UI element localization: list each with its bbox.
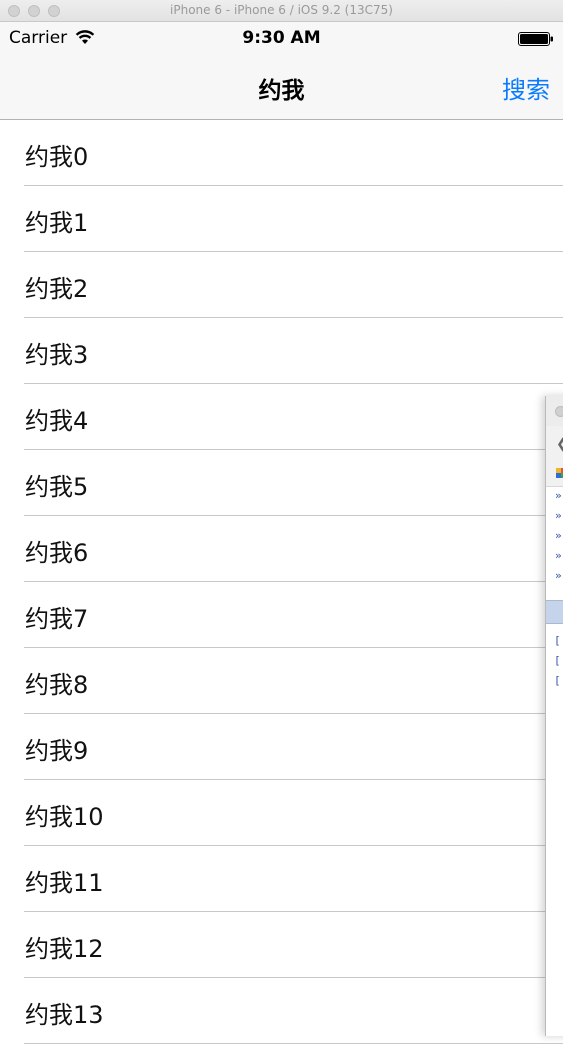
row-label: 约我3 bbox=[25, 341, 89, 369]
table-row[interactable]: 约我7 bbox=[0, 582, 563, 648]
table-row[interactable]: 约我3 bbox=[0, 318, 563, 384]
table-row[interactable]: 约我1 bbox=[0, 186, 563, 252]
table-row[interactable]: 约我5 bbox=[0, 450, 563, 516]
table-view[interactable]: 约我0 约我1 约我2 约我3 约我4 约我5 约我6 约我7 约我8 约我9 约我10 约我11 约我… bbox=[0, 120, 563, 1044]
table-row[interactable]: 约我8 bbox=[0, 648, 563, 714]
table-row[interactable]: 约我12 bbox=[0, 912, 563, 978]
row-label: 约我7 bbox=[25, 605, 89, 633]
overlapping-window[interactable]: ❮ » » » » » [ [ [ bbox=[545, 396, 563, 1036]
row-label: 约我13 bbox=[25, 1001, 104, 1029]
row-label: 约我0 bbox=[25, 143, 89, 171]
battery-icon bbox=[518, 32, 553, 46]
overlay-marker: » bbox=[555, 529, 562, 542]
overlay-log-line: [ bbox=[554, 674, 561, 687]
row-label: 约我11 bbox=[25, 869, 104, 897]
simulator-title-bar: iPhone 6 - iPhone 6 / iOS 9.2 (13C75) bbox=[0, 0, 563, 22]
row-label: 约我4 bbox=[25, 407, 89, 435]
row-label: 约我6 bbox=[25, 539, 89, 567]
simulator-title: iPhone 6 - iPhone 6 / iOS 9.2 (13C75) bbox=[170, 3, 393, 17]
overlay-close-button[interactable] bbox=[555, 406, 563, 417]
row-label: 约我10 bbox=[25, 803, 104, 831]
table-row[interactable]: 约我6 bbox=[0, 516, 563, 582]
overlay-log-line: [ bbox=[554, 654, 561, 667]
overlay-marker: » bbox=[555, 549, 562, 562]
row-label: 约我1 bbox=[25, 209, 89, 237]
nav-title: 约我 bbox=[258, 78, 305, 104]
table-row[interactable]: 约我4 bbox=[0, 384, 563, 450]
status-time: 9:30 AM bbox=[242, 28, 321, 48]
table-row[interactable]: 约我11 bbox=[0, 846, 563, 912]
status-bar: Carrier 9:30 AM bbox=[0, 22, 563, 55]
row-label: 约我5 bbox=[25, 473, 89, 501]
table-row[interactable]: 约我9 bbox=[0, 714, 563, 780]
search-button[interactable]: 搜索 bbox=[502, 70, 550, 105]
navigation-bar: 约我 搜索 bbox=[0, 55, 563, 120]
row-label: 约我9 bbox=[25, 737, 89, 765]
back-icon[interactable]: ❮ bbox=[556, 436, 563, 452]
overlay-marker: » bbox=[555, 569, 562, 582]
row-label: 约我2 bbox=[25, 275, 89, 303]
overlay-log-line: [ bbox=[554, 634, 561, 647]
overlay-marker: » bbox=[555, 509, 562, 522]
overlay-marker: » bbox=[555, 489, 562, 502]
row-label: 约我8 bbox=[25, 671, 89, 699]
overlay-selection-bar bbox=[546, 600, 563, 624]
grid-icon[interactable] bbox=[556, 468, 563, 478]
row-label: 约我12 bbox=[25, 935, 104, 963]
table-row[interactable]: 约我13 bbox=[0, 978, 563, 1044]
overlay-toolbar: ❮ bbox=[546, 426, 563, 487]
overlay-title-bar bbox=[546, 396, 563, 427]
table-row[interactable]: 约我0 bbox=[0, 120, 563, 186]
table-row[interactable]: 约我10 bbox=[0, 780, 563, 846]
table-row[interactable]: 约我2 bbox=[0, 252, 563, 318]
